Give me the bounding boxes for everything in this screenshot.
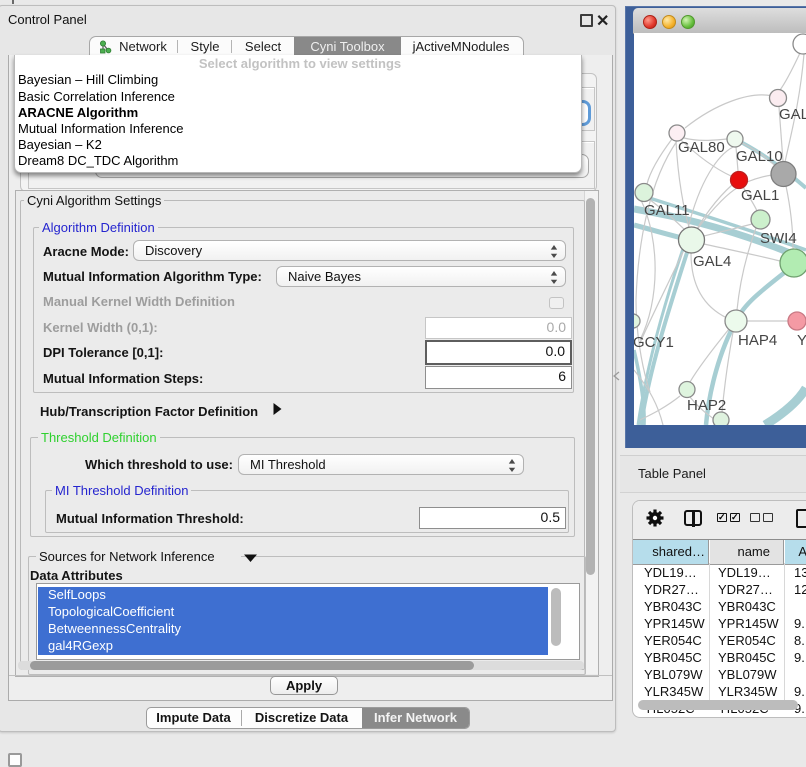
svg-text:HAP2: HAP2: [687, 397, 726, 414]
svg-text:GAL1: GAL1: [741, 187, 779, 204]
svg-text:GAL11: GAL11: [644, 202, 690, 219]
svg-text:GAL80: GAL80: [678, 139, 725, 156]
svg-text:GAL4: GAL4: [693, 253, 731, 270]
svg-text:YEL: YEL: [797, 332, 806, 349]
svg-text:GAL10: GAL10: [736, 148, 783, 165]
svg-text:GCY1: GCY1: [634, 334, 674, 351]
svg-text:SWI4: SWI4: [760, 230, 797, 247]
svg-text:HAP4: HAP4: [738, 332, 777, 349]
svg-text:GAL7: GAL7: [779, 106, 806, 123]
